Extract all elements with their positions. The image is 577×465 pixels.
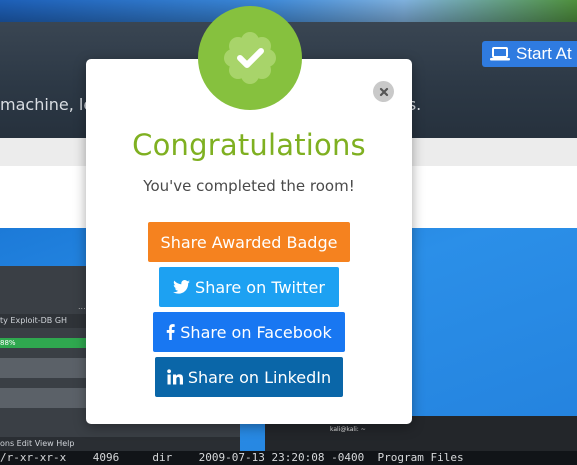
share-facebook-label: Share on Facebook [180,322,332,342]
facebook-icon [166,324,175,340]
checkmark-badge-icon [224,32,276,84]
vm-list-row [0,388,86,408]
laptop-icon [490,47,510,61]
vm-progress-bar: 88% [0,338,86,348]
share-linkedin-label: Share on LinkedIn [187,367,332,387]
share-twitter-button[interactable]: Share on Twitter [159,267,339,307]
share-twitter-label: Share on Twitter [195,277,325,297]
modal-title: Congratulations [132,128,366,162]
twitter-icon [173,280,190,294]
share-badge-label: Share Awarded Badge [160,232,338,252]
vm-bookmarks-bar: ty Exploit-DB GH [0,314,86,328]
modal-subtitle: You've completed the room! [143,177,355,195]
share-badge-button[interactable]: Share Awarded Badge [148,222,350,262]
close-button[interactable] [373,81,394,102]
share-facebook-button[interactable]: Share on Facebook [153,312,345,352]
completion-badge [198,6,302,110]
vm-terminal-output: /r-xr-xr-x 4096 dir 2009-07-13 23:20:08 … [0,451,577,465]
vm-window-menu[interactable]: ... [78,302,86,311]
close-icon [379,87,388,96]
start-attackbox-button[interactable]: Start At [482,41,577,67]
room-description-left: machine, le [0,95,94,114]
start-attackbox-label: Start At [516,44,572,63]
linkedin-icon [167,369,183,385]
vm-list-row [0,358,86,378]
share-linkedin-button[interactable]: Share on LinkedIn [155,357,343,397]
vm-terminal-menubar: ons Edit View Help [0,437,240,451]
vm-terminal-title: kali@kali: ~ [330,426,366,433]
